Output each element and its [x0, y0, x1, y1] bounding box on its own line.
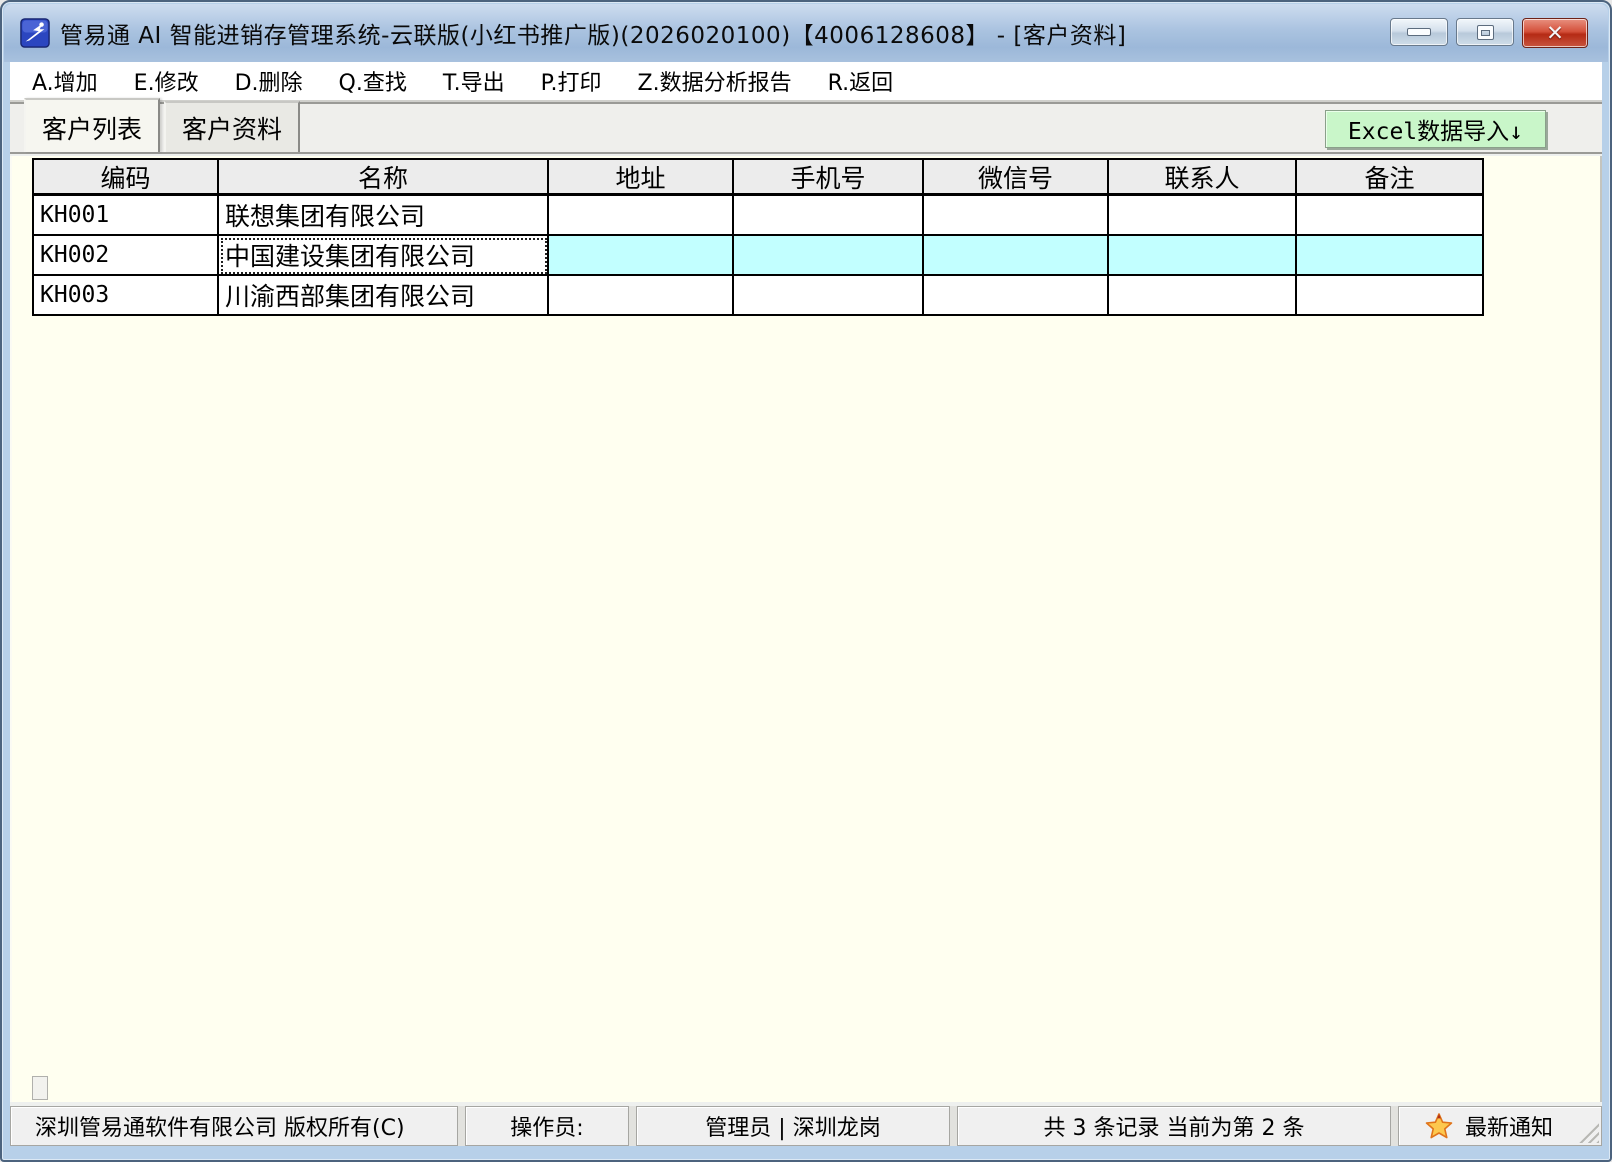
- title-bar: 管易通 AI 智能进销存管理系统-云联版(小红书推广版)(2026020100)…: [4, 4, 1608, 62]
- table-cell[interactable]: [734, 196, 924, 236]
- close-icon: ✕: [1546, 23, 1564, 44]
- resize-grip[interactable]: [1579, 1123, 1599, 1143]
- table-cell[interactable]: [549, 276, 734, 316]
- menu-item-export[interactable]: T.导出: [443, 65, 505, 97]
- table-cell[interactable]: KH002: [34, 236, 219, 276]
- table-cell[interactable]: [1297, 236, 1484, 276]
- menu-bar: A.增加 E.修改 D.删除 Q.查找 T.导出 P.打印 Z.数据分析报告 R…: [10, 62, 1602, 102]
- table-cell[interactable]: 川渝西部集团有限公司: [219, 276, 549, 316]
- star-icon: [1425, 1112, 1453, 1140]
- restore-icon: [1477, 25, 1494, 40]
- col-header-contact[interactable]: 联系人: [1109, 160, 1297, 196]
- table-cell[interactable]: [924, 196, 1109, 236]
- menu-item-find[interactable]: Q.查找: [339, 65, 407, 97]
- menu-item-edit[interactable]: E.修改: [134, 65, 199, 97]
- table-cell[interactable]: 联想集团有限公司: [219, 196, 549, 236]
- excel-import-button[interactable]: Excel数据导入↓: [1325, 110, 1546, 148]
- col-header-address[interactable]: 地址: [549, 160, 734, 196]
- table-cell[interactable]: [924, 236, 1109, 276]
- tab-customer-detail[interactable]: 客户资料: [164, 101, 300, 152]
- status-notice-label: 最新通知: [1465, 1110, 1553, 1142]
- tabs: 客户列表 客户资料: [24, 98, 300, 152]
- table-cell[interactable]: [924, 276, 1109, 316]
- tab-customer-list[interactable]: 客户列表: [24, 98, 160, 152]
- menu-item-delete[interactable]: D.删除: [235, 65, 303, 97]
- table-cell[interactable]: [1297, 276, 1484, 316]
- col-header-wechat[interactable]: 微信号: [924, 160, 1109, 196]
- table-cell[interactable]: [1109, 196, 1297, 236]
- client-area: 客户列表 客户资料 Excel数据导入↓ 编码 名称 地址 手机号 微信号 联系…: [10, 102, 1602, 1146]
- table-cell[interactable]: [1297, 196, 1484, 236]
- menu-item-return[interactable]: R.返回: [828, 65, 894, 97]
- app-window: 管易通 AI 智能进销存管理系统-云联版(小红书推广版)(2026020100)…: [0, 0, 1612, 1162]
- window-title: 管易通 AI 智能进销存管理系统-云联版(小红书推广版)(2026020100)…: [60, 16, 1126, 50]
- customer-table: 编码 名称 地址 手机号 微信号 联系人 备注 KH001 联想集团有限公司 K…: [32, 158, 1484, 316]
- tab-strip: 客户列表 客户资料 Excel数据导入↓: [10, 102, 1602, 154]
- minimize-icon: [1407, 28, 1431, 36]
- status-bar: 深圳管易通软件有限公司 版权所有(C) 操作员: 管理员 | 深圳龙岗 共 3 …: [10, 1106, 1602, 1146]
- table-cell[interactable]: [1109, 276, 1297, 316]
- col-header-code[interactable]: 编码: [34, 160, 219, 196]
- window-controls: ✕: [1390, 18, 1588, 48]
- table-cell[interactable]: KH001: [34, 196, 219, 236]
- table-cell[interactable]: [1109, 236, 1297, 276]
- minimize-button[interactable]: [1390, 18, 1448, 46]
- table-cell[interactable]: [734, 276, 924, 316]
- close-button[interactable]: ✕: [1522, 18, 1588, 48]
- restore-button[interactable]: [1456, 18, 1514, 46]
- menu-item-print[interactable]: P.打印: [541, 65, 602, 97]
- menu-item-analysis-report[interactable]: Z.数据分析报告: [638, 65, 792, 97]
- status-operator-label: 操作员:: [465, 1106, 629, 1146]
- col-header-mobile[interactable]: 手机号: [734, 160, 924, 196]
- col-header-note[interactable]: 备注: [1297, 160, 1484, 196]
- app-logo-icon: [20, 18, 50, 48]
- table-cell[interactable]: KH003: [34, 276, 219, 316]
- table-cell[interactable]: [549, 236, 734, 276]
- table-cell[interactable]: [734, 236, 924, 276]
- menu-item-add[interactable]: A.增加: [32, 65, 98, 97]
- status-copyright: 深圳管易通软件有限公司 版权所有(C): [10, 1106, 458, 1146]
- customer-list-page: 编码 名称 地址 手机号 微信号 联系人 备注 KH001 联想集团有限公司 K…: [10, 156, 1602, 1102]
- table-cell[interactable]: [549, 196, 734, 236]
- col-header-name[interactable]: 名称: [219, 160, 549, 196]
- scrollbar-stub: [32, 1076, 48, 1100]
- status-record-info: 共 3 条记录 当前为第 2 条: [957, 1106, 1391, 1146]
- status-notice-panel[interactable]: 最新通知: [1398, 1106, 1602, 1146]
- status-operator-value: 管理员 | 深圳龙岗: [636, 1106, 950, 1146]
- table-cell-focused[interactable]: 中国建设集团有限公司: [219, 236, 549, 276]
